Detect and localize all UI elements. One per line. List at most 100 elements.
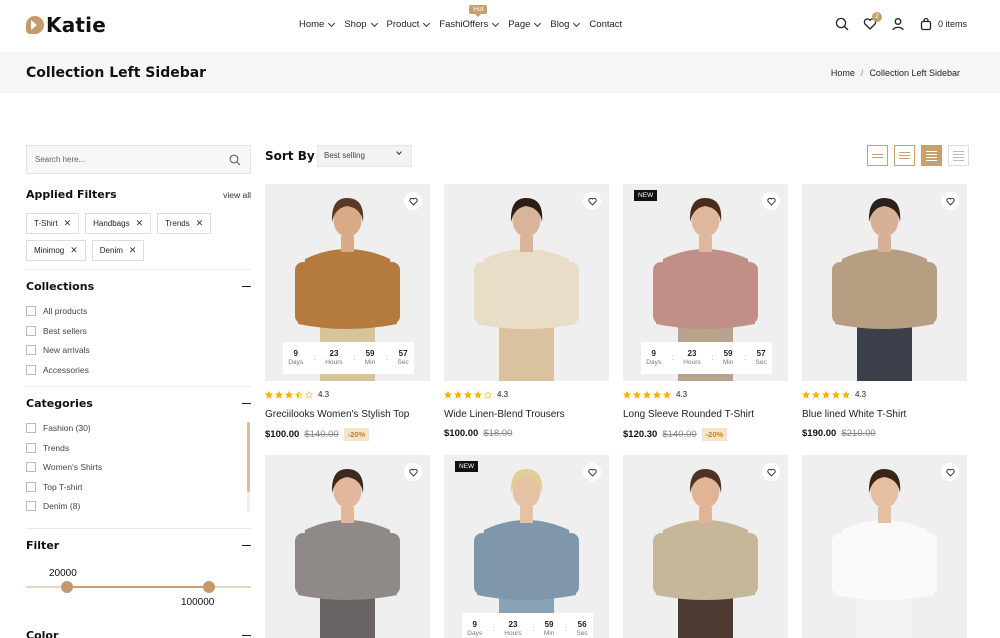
- timer-unit: Hours: [504, 629, 522, 637]
- collection-option[interactable]: New arrivals: [26, 344, 251, 357]
- checkbox[interactable]: [26, 325, 36, 336]
- checkbox[interactable]: [26, 501, 36, 512]
- filter-chip[interactable]: Handbags ✕: [85, 213, 152, 234]
- timer-sec: 56 Sec: [577, 620, 588, 638]
- product-image[interactable]: [802, 184, 967, 381]
- wishlist-button[interactable]: [941, 192, 959, 210]
- nav-item-fashioffers[interactable]: Hot FashiOffers: [439, 5, 500, 30]
- checkbox[interactable]: [26, 481, 36, 492]
- close-icon[interactable]: ✕: [136, 218, 144, 229]
- collection-option[interactable]: Accessories: [26, 364, 251, 377]
- wishlist-button[interactable]: [583, 463, 601, 481]
- filter-chip[interactable]: T-Shirt ✕: [26, 213, 80, 234]
- nav-item-product[interactable]: Product: [387, 19, 431, 30]
- cart-icon[interactable]: [919, 17, 933, 31]
- filter-chip[interactable]: Minimog ✕: [26, 240, 86, 261]
- category-option[interactable]: Trends: [26, 442, 251, 455]
- product-card[interactable]: [265, 455, 430, 638]
- collapse-icon[interactable]: [242, 634, 251, 637]
- heart-icon: [587, 468, 597, 477]
- filter-chips: T-Shirt ✕ Handbags ✕ Trends ✕ Minimog ✕ Deni…: [26, 213, 226, 261]
- categories-scrollbar[interactable]: [247, 422, 250, 512]
- product-image[interactable]: 9 Days:23 Hours:59 Min:57 Sec: [265, 184, 430, 381]
- product-image[interactable]: [623, 455, 788, 638]
- category-option[interactable]: Top T-shirt: [26, 481, 251, 494]
- price-slider-min-handle[interactable]: [61, 581, 73, 593]
- checkbox[interactable]: [26, 345, 36, 356]
- wishlist-button[interactable]: [762, 463, 780, 481]
- category-option[interactable]: Women's Shirts: [26, 461, 251, 474]
- wishlist-button[interactable]: [762, 192, 780, 210]
- cart-count-text[interactable]: 0 items: [938, 19, 967, 29]
- collection-option[interactable]: All products: [26, 305, 251, 318]
- product-card[interactable]: [802, 455, 967, 638]
- product-image[interactable]: NEW 9 Days:23 Hours:59 Min:56 Sec: [444, 455, 609, 638]
- product-image[interactable]: NEW 9 Days:23 Hours:59 Min:57 Sec: [623, 184, 788, 381]
- checkbox[interactable]: [26, 423, 36, 434]
- product-image[interactable]: [444, 184, 609, 381]
- star-icon: [822, 390, 830, 399]
- nav-item-blog[interactable]: Blog: [550, 19, 581, 30]
- price-slider-max-handle[interactable]: [203, 581, 215, 593]
- wishlist-button[interactable]: [404, 463, 422, 481]
- grid-4-view-button[interactable]: [921, 145, 942, 166]
- product-name[interactable]: Long Sleeve Rounded T-Shirt: [623, 409, 788, 420]
- collapse-icon[interactable]: [242, 544, 251, 547]
- product-card[interactable]: NEW 9 Days:23 Hours:59 Min:56 Sec: [444, 455, 609, 638]
- nav-item-shop[interactable]: Shop: [344, 19, 378, 30]
- nav-item-contact[interactable]: Contact: [589, 19, 622, 30]
- product-image[interactable]: [802, 455, 967, 638]
- checkbox[interactable]: [26, 462, 36, 473]
- star-icon: [802, 390, 810, 399]
- timer-value: 57: [398, 348, 408, 358]
- price-row: $120.30 $140.00 -20%: [623, 428, 788, 441]
- product-card[interactable]: 9 Days:23 Hours:59 Min:57 Sec 4.3 Greciilooks…: [265, 184, 430, 441]
- sort-select[interactable]: Best selling: [317, 145, 412, 167]
- countdown-timer: 9 Days:23 Hours:59 Min:57 Sec: [641, 342, 772, 374]
- scrollbar-thumb[interactable]: [247, 422, 250, 492]
- search-input[interactable]: [27, 146, 217, 173]
- search-icon[interactable]: [835, 17, 849, 31]
- close-icon[interactable]: ✕: [129, 245, 137, 256]
- close-icon[interactable]: ✕: [196, 218, 204, 229]
- logo[interactable]: Katie: [26, 13, 106, 37]
- checkbox[interactable]: [26, 306, 36, 317]
- nav-label: Page: [508, 19, 531, 30]
- list-view-button[interactable]: [948, 145, 969, 166]
- product-name[interactable]: Greciilooks Women's Stylish Top: [265, 409, 430, 420]
- nav-item-home[interactable]: Home: [299, 19, 336, 30]
- nav-label: Contact: [589, 19, 623, 30]
- user-icon[interactable]: [891, 17, 905, 31]
- product-card[interactable]: NEW 9 Days:23 Hours:59 Min:57 Sec 4.3 Long Sle…: [623, 184, 788, 441]
- wishlist-icon[interactable]: 2: [863, 12, 882, 31]
- product-card[interactable]: [623, 455, 788, 638]
- product-card[interactable]: 4.3 Wide Linen-Blend Trousers $100.00 $1…: [444, 184, 609, 439]
- wishlist-button[interactable]: [583, 192, 601, 210]
- product-name[interactable]: Wide Linen-Blend Trousers: [444, 409, 609, 420]
- checkbox[interactable]: [26, 442, 36, 453]
- wishlist-button[interactable]: [941, 463, 959, 481]
- close-icon[interactable]: ✕: [64, 218, 72, 229]
- collapse-icon[interactable]: [242, 402, 251, 405]
- wishlist-button[interactable]: [404, 192, 422, 210]
- filter-chip[interactable]: Trends ✕: [157, 213, 212, 234]
- category-option[interactable]: Denim (8): [26, 500, 251, 513]
- close-icon[interactable]: ✕: [70, 245, 78, 256]
- product-name[interactable]: Blue lined White T-Shirt: [802, 409, 967, 420]
- category-option[interactable]: Fashion (30): [26, 422, 251, 435]
- collapse-icon[interactable]: [242, 285, 251, 288]
- search-icon[interactable]: [229, 154, 241, 166]
- grid-2-view-button[interactable]: [867, 145, 888, 166]
- price-row: $100.00 $140.00 -20%: [265, 428, 430, 441]
- product-image[interactable]: [265, 455, 430, 638]
- star-icon: [484, 390, 492, 399]
- nav-item-page[interactable]: Page: [508, 19, 542, 30]
- breadcrumb-home-link[interactable]: Home: [831, 68, 855, 78]
- view-all-link[interactable]: view all: [223, 190, 251, 200]
- star-icon: [842, 390, 850, 399]
- checkbox[interactable]: [26, 364, 36, 375]
- collection-option[interactable]: Best sellers: [26, 325, 251, 338]
- product-card[interactable]: 4.3 Blue lined White T-Shirt $190.00 $21…: [802, 184, 967, 439]
- grid-3-view-button[interactable]: [894, 145, 915, 166]
- filter-chip[interactable]: Denim ✕: [91, 240, 145, 261]
